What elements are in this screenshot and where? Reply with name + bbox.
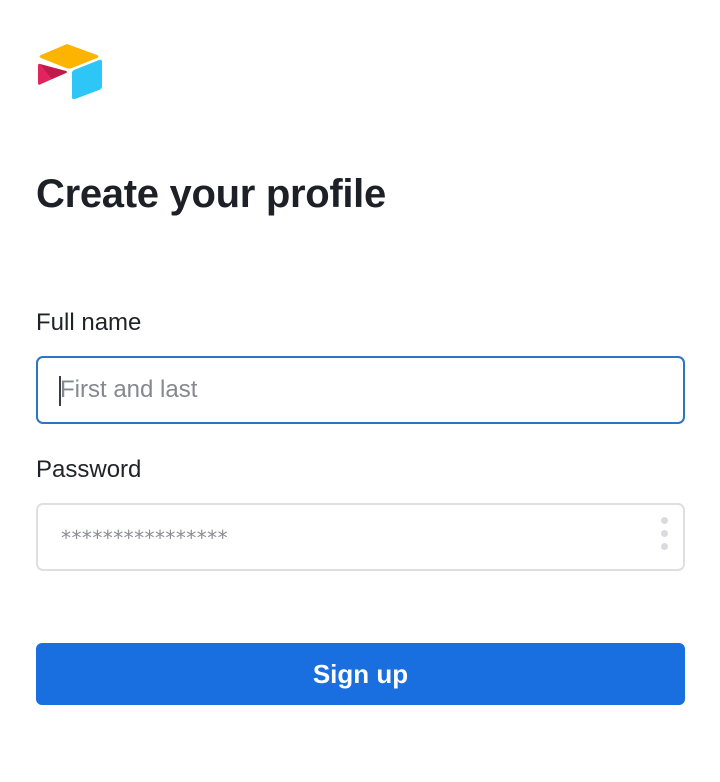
password-field-wrapper[interactable]: **************** [36, 503, 685, 571]
airtable-logo-icon [38, 43, 104, 100]
password-label: Password [36, 456, 142, 483]
full-name-field-wrapper[interactable] [36, 356, 685, 424]
vertical-dots-icon[interactable] [661, 517, 669, 559]
full-name-label: Full name [36, 309, 142, 336]
password-input[interactable]: **************** [60, 525, 229, 551]
full-name-input[interactable] [60, 358, 650, 422]
sign-up-button[interactable]: Sign up [36, 643, 685, 705]
page-title: Create your profile [36, 172, 386, 216]
